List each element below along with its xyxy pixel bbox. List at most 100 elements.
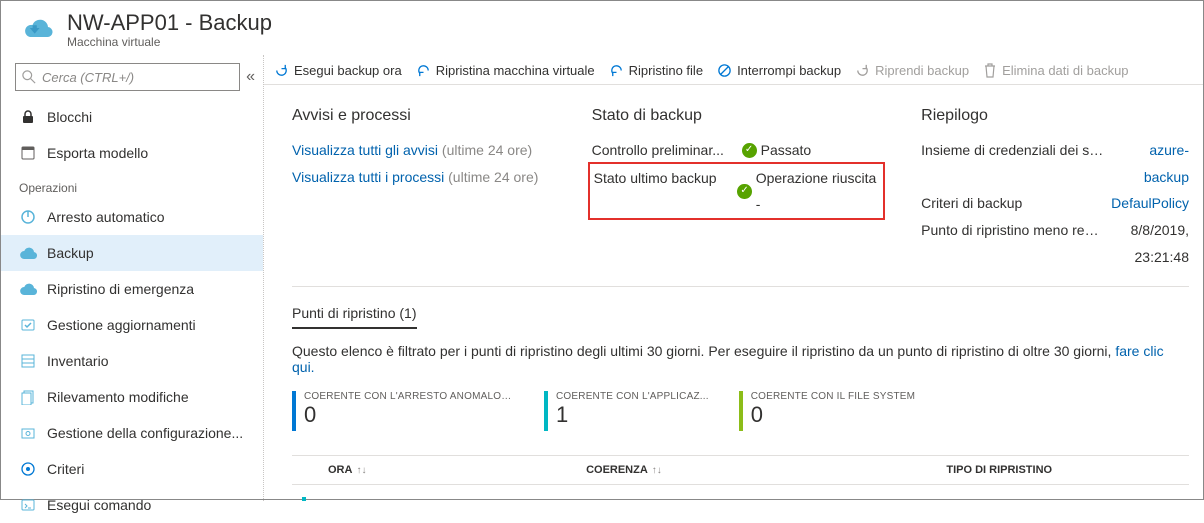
search-icon: [22, 70, 36, 84]
collapse-sidebar-button[interactable]: «: [246, 68, 255, 86]
sidebar-item-arresto-automatico[interactable]: Arresto automatico: [1, 199, 263, 235]
cmd-label: Riprendi backup: [875, 63, 969, 78]
restore-vm-button[interactable]: Ripristina macchina virtuale: [416, 63, 595, 78]
col-label: ORA: [328, 464, 352, 476]
table-row[interactable]: 8/8/2019, 23:21:48 Coerente con l'applic…: [292, 485, 1189, 502]
oldest-rp-value: 8/8/2019, 23:21:48: [1111, 217, 1189, 270]
stat-label: COERENTE CON L'ARRESTO ANOMALO DEL SISTE…: [304, 391, 514, 402]
stat-bar: [544, 391, 548, 431]
cell-consistency: Coerente con l'applicazione: [576, 485, 936, 502]
cloud-icon: [19, 244, 37, 262]
summary-heading: Riepilogo: [921, 107, 1189, 125]
page-title: NW-APP01 - Backup: [67, 11, 272, 35]
alerts-jobs-panel: Avvisi e processi Visualizza tutti gli a…: [292, 107, 552, 270]
stat-value: 1: [556, 402, 709, 428]
lock-icon: [19, 108, 37, 126]
cell-type: Snapshot: [936, 485, 1189, 502]
row-indicator: [302, 497, 306, 501]
sidebar-item-ripristino-emergenza[interactable]: Ripristino di emergenza: [1, 271, 263, 307]
filter-note-text: Questo elenco è filtrato per i punti di …: [292, 343, 1115, 359]
precheck-value: Passato: [761, 137, 812, 164]
col-label: COERENZA: [586, 464, 648, 476]
change-tracking-icon: [19, 388, 37, 406]
template-icon: [19, 144, 37, 162]
power-icon: [19, 208, 37, 226]
last-backup-value: Operazione riuscita -: [756, 165, 879, 218]
filter-note: Questo elenco è filtrato per i punti di …: [292, 343, 1189, 375]
col-time[interactable]: ORA ↑↓: [318, 456, 576, 485]
stat-label: COERENTE CON IL FILE SYSTEM: [751, 391, 916, 402]
policy-label: Criteri di backup: [921, 190, 1111, 217]
col-label: TIPO DI RIPRISTINO: [946, 464, 1052, 476]
policy-link[interactable]: DefaulPolicy: [1111, 190, 1189, 217]
config-icon: [19, 424, 37, 442]
stat-bar: [292, 391, 296, 431]
sidebar-section-operations: Operazioni: [1, 171, 263, 199]
sidebar-item-label: Backup: [47, 245, 94, 261]
cmd-label: Ripristina macchina virtuale: [436, 63, 595, 78]
consistency-stats: COERENTE CON L'ARRESTO ANOMALO DEL SISTE…: [292, 391, 1189, 431]
vault-link[interactable]: azure-backup: [1111, 137, 1189, 190]
tab-restore-points[interactable]: Punti di ripristino (1): [292, 305, 417, 329]
sort-icon: ↑↓: [356, 465, 366, 476]
command-bar: Esegui backup ora Ripristina macchina vi…: [264, 55, 1203, 85]
stat-value: 0: [304, 402, 514, 428]
stop-icon: [717, 63, 732, 78]
undo-icon: [416, 63, 431, 78]
cmd-label: Interrompi backup: [737, 63, 841, 78]
resume-icon: [855, 63, 870, 78]
cloud-backup-icon: [21, 12, 57, 48]
backup-now-button[interactable]: Esegui backup ora: [274, 63, 402, 78]
sidebar-item-inventario[interactable]: Inventario: [1, 343, 263, 379]
stat-filesystem-consistent: COERENTE CON IL FILE SYSTEM 0: [739, 391, 916, 431]
alerts-range: (ultime 24 ore): [442, 137, 532, 164]
stop-backup-button[interactable]: Interrompi backup: [717, 63, 841, 78]
trash-icon: [983, 63, 997, 78]
backup-status-panel: Stato di backup Controllo preliminar... …: [592, 107, 882, 270]
sidebar-item-blocchi[interactable]: Blocchi: [1, 99, 263, 135]
alerts-heading: Avvisi e processi: [292, 107, 552, 125]
sidebar-item-label: Gestione aggiornamenti: [47, 317, 196, 333]
inventory-icon: [19, 352, 37, 370]
sidebar-item-rilevamento-modifiche[interactable]: Rilevamento modifiche: [1, 379, 263, 415]
restore-points-table: ORA ↑↓ COERENZA ↑↓ TIPO DI RIPRISTINO 8/8/…: [292, 455, 1189, 501]
sidebar-item-criteri[interactable]: Criteri: [1, 451, 263, 487]
file-restore-button[interactable]: Ripristino file: [609, 63, 703, 78]
cmd-label: Elimina dati di backup: [1002, 63, 1128, 78]
delete-backup-button: Elimina dati di backup: [983, 63, 1128, 78]
view-all-alerts-link[interactable]: Visualizza tutti gli avvisi: [292, 137, 438, 164]
resume-backup-button: Riprendi backup: [855, 63, 969, 78]
command-icon: [19, 496, 37, 514]
main-content: Esegui backup ora Ripristina macchina vi…: [264, 55, 1203, 501]
update-icon: [19, 316, 37, 334]
sidebar-item-label: Rilevamento modifiche: [47, 389, 189, 405]
sidebar-item-esporta-modello[interactable]: Esporta modello: [1, 135, 263, 171]
last-backup-label: Stato ultimo backup: [594, 165, 738, 218]
stat-app-consistent: COERENTE CON L'APPLICAZ... 1: [544, 391, 709, 431]
stat-crash-consistent: COERENTE CON L'ARRESTO ANOMALO DEL SISTE…: [292, 391, 514, 431]
sidebar-item-gestione-configurazione[interactable]: Gestione della configurazione...: [1, 415, 263, 451]
jobs-range: (ultime 24 ore): [448, 164, 538, 191]
col-consistency[interactable]: COERENZA ↑↓: [576, 456, 936, 485]
cmd-label: Esegui backup ora: [294, 63, 402, 78]
page-header: NW-APP01 - Backup Macchina virtuale: [1, 1, 1203, 55]
page-subtitle: Macchina virtuale: [67, 35, 272, 49]
sidebar-item-label: Inventario: [47, 353, 108, 369]
search-input[interactable]: Cerca (CTRL+/): [15, 63, 240, 91]
sidebar-item-backup[interactable]: Backup: [1, 235, 263, 271]
undo-icon: [609, 63, 624, 78]
last-backup-status-row: Stato ultimo backup ✓ Operazione riuscit…: [588, 162, 886, 220]
view-all-jobs-link[interactable]: Visualizza tutti i processi: [292, 164, 444, 191]
col-type[interactable]: TIPO DI RIPRISTINO: [936, 456, 1189, 485]
vault-label: Insieme di credenziali dei servi...: [921, 137, 1111, 190]
status-heading: Stato di backup: [592, 107, 882, 125]
sort-icon: ↑↓: [652, 465, 662, 476]
oldest-rp-label: Punto di ripristino meno recente: [921, 217, 1111, 270]
sidebar-item-gestione-aggiornamenti[interactable]: Gestione aggiornamenti: [1, 307, 263, 343]
check-circle-icon: ✓: [742, 143, 757, 158]
check-circle-icon: ✓: [737, 184, 751, 199]
sidebar-item-esegui-comando[interactable]: Esegui comando: [1, 487, 263, 523]
stat-bar: [739, 391, 743, 431]
stat-value: 0: [751, 402, 916, 428]
sidebar-item-label: Esporta modello: [47, 145, 148, 161]
